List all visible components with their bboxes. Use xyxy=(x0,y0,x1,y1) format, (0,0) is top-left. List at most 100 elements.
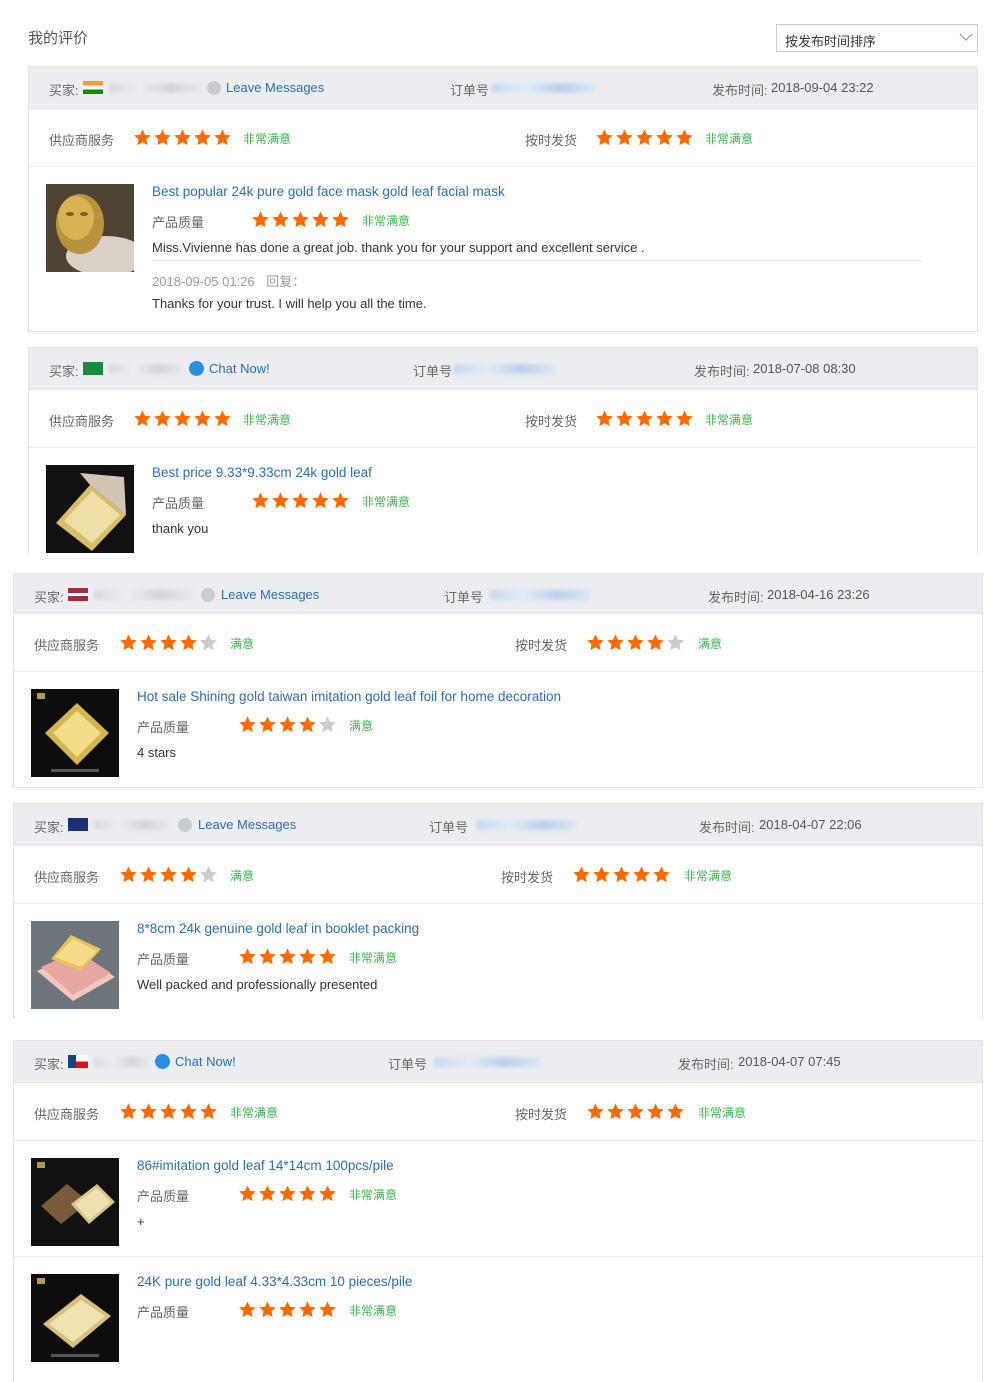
star-filled-icon xyxy=(587,634,604,651)
review-header: 买家: Chat Now! 订单号 发布时间: 2018-04-07 07:45 xyxy=(14,1041,982,1083)
saudi-arabia-flag-icon xyxy=(83,362,103,375)
product-image[interactable] xyxy=(31,1158,119,1246)
message-icon xyxy=(201,588,215,602)
star-filled-icon xyxy=(214,129,231,146)
rating-row: 供应商服务 非常满意 按时发货 非常满意 xyxy=(29,390,977,448)
star-filled-icon xyxy=(200,1103,217,1120)
star-filled-icon xyxy=(239,716,256,733)
star-filled-icon xyxy=(134,129,151,146)
product-title-link[interactable]: Best price 9.33*9.33cm 24k gold leaf xyxy=(152,465,372,480)
star-filled-icon xyxy=(120,1103,137,1120)
leave-messages-link[interactable]: Leave Messages xyxy=(221,587,319,602)
star-filled-icon xyxy=(613,866,630,883)
czech-flag-icon xyxy=(68,1055,88,1068)
buyer-label: 买家: xyxy=(49,364,79,379)
message-icon xyxy=(178,818,192,832)
supplier-stars xyxy=(119,633,218,652)
supplier-stars xyxy=(133,409,232,428)
sort-dropdown[interactable]: 按发布时间排序 xyxy=(776,24,978,52)
product-title-link[interactable]: Hot sale Shining gold taiwan imitation g… xyxy=(137,689,561,704)
product-title-link[interactable]: 24K pure gold leaf 4.33*4.33cm 10 pieces… xyxy=(137,1274,412,1289)
product-item: 8*8cm 24k genuine gold leaf in booklet p… xyxy=(14,904,982,1020)
australia-flag-icon xyxy=(68,818,88,831)
product-item: Best popular 24k pure gold face mask gol… xyxy=(29,167,977,331)
product-stars xyxy=(238,715,337,734)
product-title-link[interactable]: 86#imitation gold leaf 14*14cm 100pcs/pi… xyxy=(137,1158,394,1173)
shipping-stars xyxy=(595,128,694,147)
review-header: 买家: Leave Messages 订单号 发布时间: 2018-04-07 … xyxy=(14,804,982,846)
review-date: 2018-09-04 23:22 xyxy=(771,80,874,95)
star-empty-icon xyxy=(200,866,217,883)
leave-messages-link[interactable]: Leave Messages xyxy=(198,817,296,832)
review-block: 买家: Chat Now! 订单号 发布时间: 2018-07-08 08:30… xyxy=(28,347,978,554)
product-stars xyxy=(238,1300,337,1319)
product-satisfaction: 非常满意 xyxy=(349,951,398,965)
supplier-satisfaction: 满意 xyxy=(230,637,255,651)
order-number-redacted xyxy=(454,364,554,374)
star-filled-icon xyxy=(239,1185,256,1202)
star-filled-icon xyxy=(272,211,289,228)
date-label: 发布时间: xyxy=(712,83,768,98)
supplier-stars xyxy=(119,865,218,884)
star-filled-icon xyxy=(616,129,633,146)
star-filled-icon xyxy=(174,410,191,427)
shipping-satisfaction: 非常满意 xyxy=(698,1106,747,1120)
star-filled-icon xyxy=(154,129,171,146)
review-header: 买家: Leave Messages 订单号 发布时间: 2018-04-16 … xyxy=(14,574,982,614)
shipping-stars xyxy=(586,633,685,652)
date-label: 发布时间: xyxy=(694,364,750,379)
product-image[interactable] xyxy=(31,1274,119,1362)
chat-icon xyxy=(189,361,204,376)
order-number-redacted xyxy=(490,590,590,600)
product-quality-label: 产品质量 xyxy=(137,720,190,735)
chat-now-link[interactable]: Chat Now! xyxy=(209,361,270,376)
product-title-link[interactable]: Best popular 24k pure gold face mask gol… xyxy=(152,184,505,199)
star-filled-icon xyxy=(656,410,673,427)
review-header: 买家: Leave Messages 订单号 发布时间: 2018-09-04 … xyxy=(29,67,977,109)
star-filled-icon xyxy=(299,716,316,733)
star-filled-icon xyxy=(332,211,349,228)
shipping-label: 按时发货 xyxy=(525,414,578,429)
product-satisfaction: 非常满意 xyxy=(362,495,411,509)
product-quality-label: 产品质量 xyxy=(137,1305,190,1320)
star-filled-icon xyxy=(636,129,653,146)
product-image[interactable] xyxy=(31,689,119,777)
chat-now-link[interactable]: Chat Now! xyxy=(175,1054,236,1069)
leave-messages-link[interactable]: Leave Messages xyxy=(226,80,324,95)
india-flag-icon xyxy=(83,81,103,94)
product-satisfaction: 满意 xyxy=(349,719,374,733)
message-icon xyxy=(207,81,221,95)
star-filled-icon xyxy=(279,948,296,965)
star-filled-icon xyxy=(194,129,211,146)
rating-row: 供应商服务 非常满意 按时发货 非常满意 xyxy=(29,109,977,167)
product-image[interactable] xyxy=(46,184,134,272)
star-filled-icon xyxy=(573,866,590,883)
chat-icon xyxy=(155,1054,170,1069)
order-number-redacted xyxy=(476,820,576,830)
star-filled-icon xyxy=(587,1103,604,1120)
shipping-stars xyxy=(586,1102,685,1121)
star-filled-icon xyxy=(259,1185,276,1202)
product-image[interactable] xyxy=(31,921,119,1009)
product-item: Hot sale Shining gold taiwan imitation g… xyxy=(14,672,982,788)
star-filled-icon xyxy=(667,1103,684,1120)
star-empty-icon xyxy=(667,634,684,651)
supplier-satisfaction: 非常满意 xyxy=(243,132,292,146)
star-filled-icon xyxy=(616,410,633,427)
review-comment: Well packed and professionally presented xyxy=(137,977,378,992)
review-comment: Miss.Vivienne has done a great job. than… xyxy=(152,240,645,255)
buyer-name-redacted xyxy=(94,1057,150,1067)
star-filled-icon xyxy=(607,1103,624,1120)
buyer-name-redacted xyxy=(109,83,201,93)
star-filled-icon xyxy=(174,129,191,146)
buyer-name-redacted xyxy=(94,590,194,600)
product-item: 86#imitation gold leaf 14*14cm 100pcs/pi… xyxy=(14,1141,982,1257)
supplier-stars xyxy=(133,128,232,147)
shipping-satisfaction: 满意 xyxy=(698,637,723,651)
star-filled-icon xyxy=(596,410,613,427)
product-image[interactable] xyxy=(46,465,134,553)
star-filled-icon xyxy=(239,1301,256,1318)
product-title-link[interactable]: 8*8cm 24k genuine gold leaf in booklet p… xyxy=(137,921,419,936)
shipping-label: 按时发货 xyxy=(525,133,578,148)
rating-row: 供应商服务 满意 按时发货 非常满意 xyxy=(14,846,982,904)
